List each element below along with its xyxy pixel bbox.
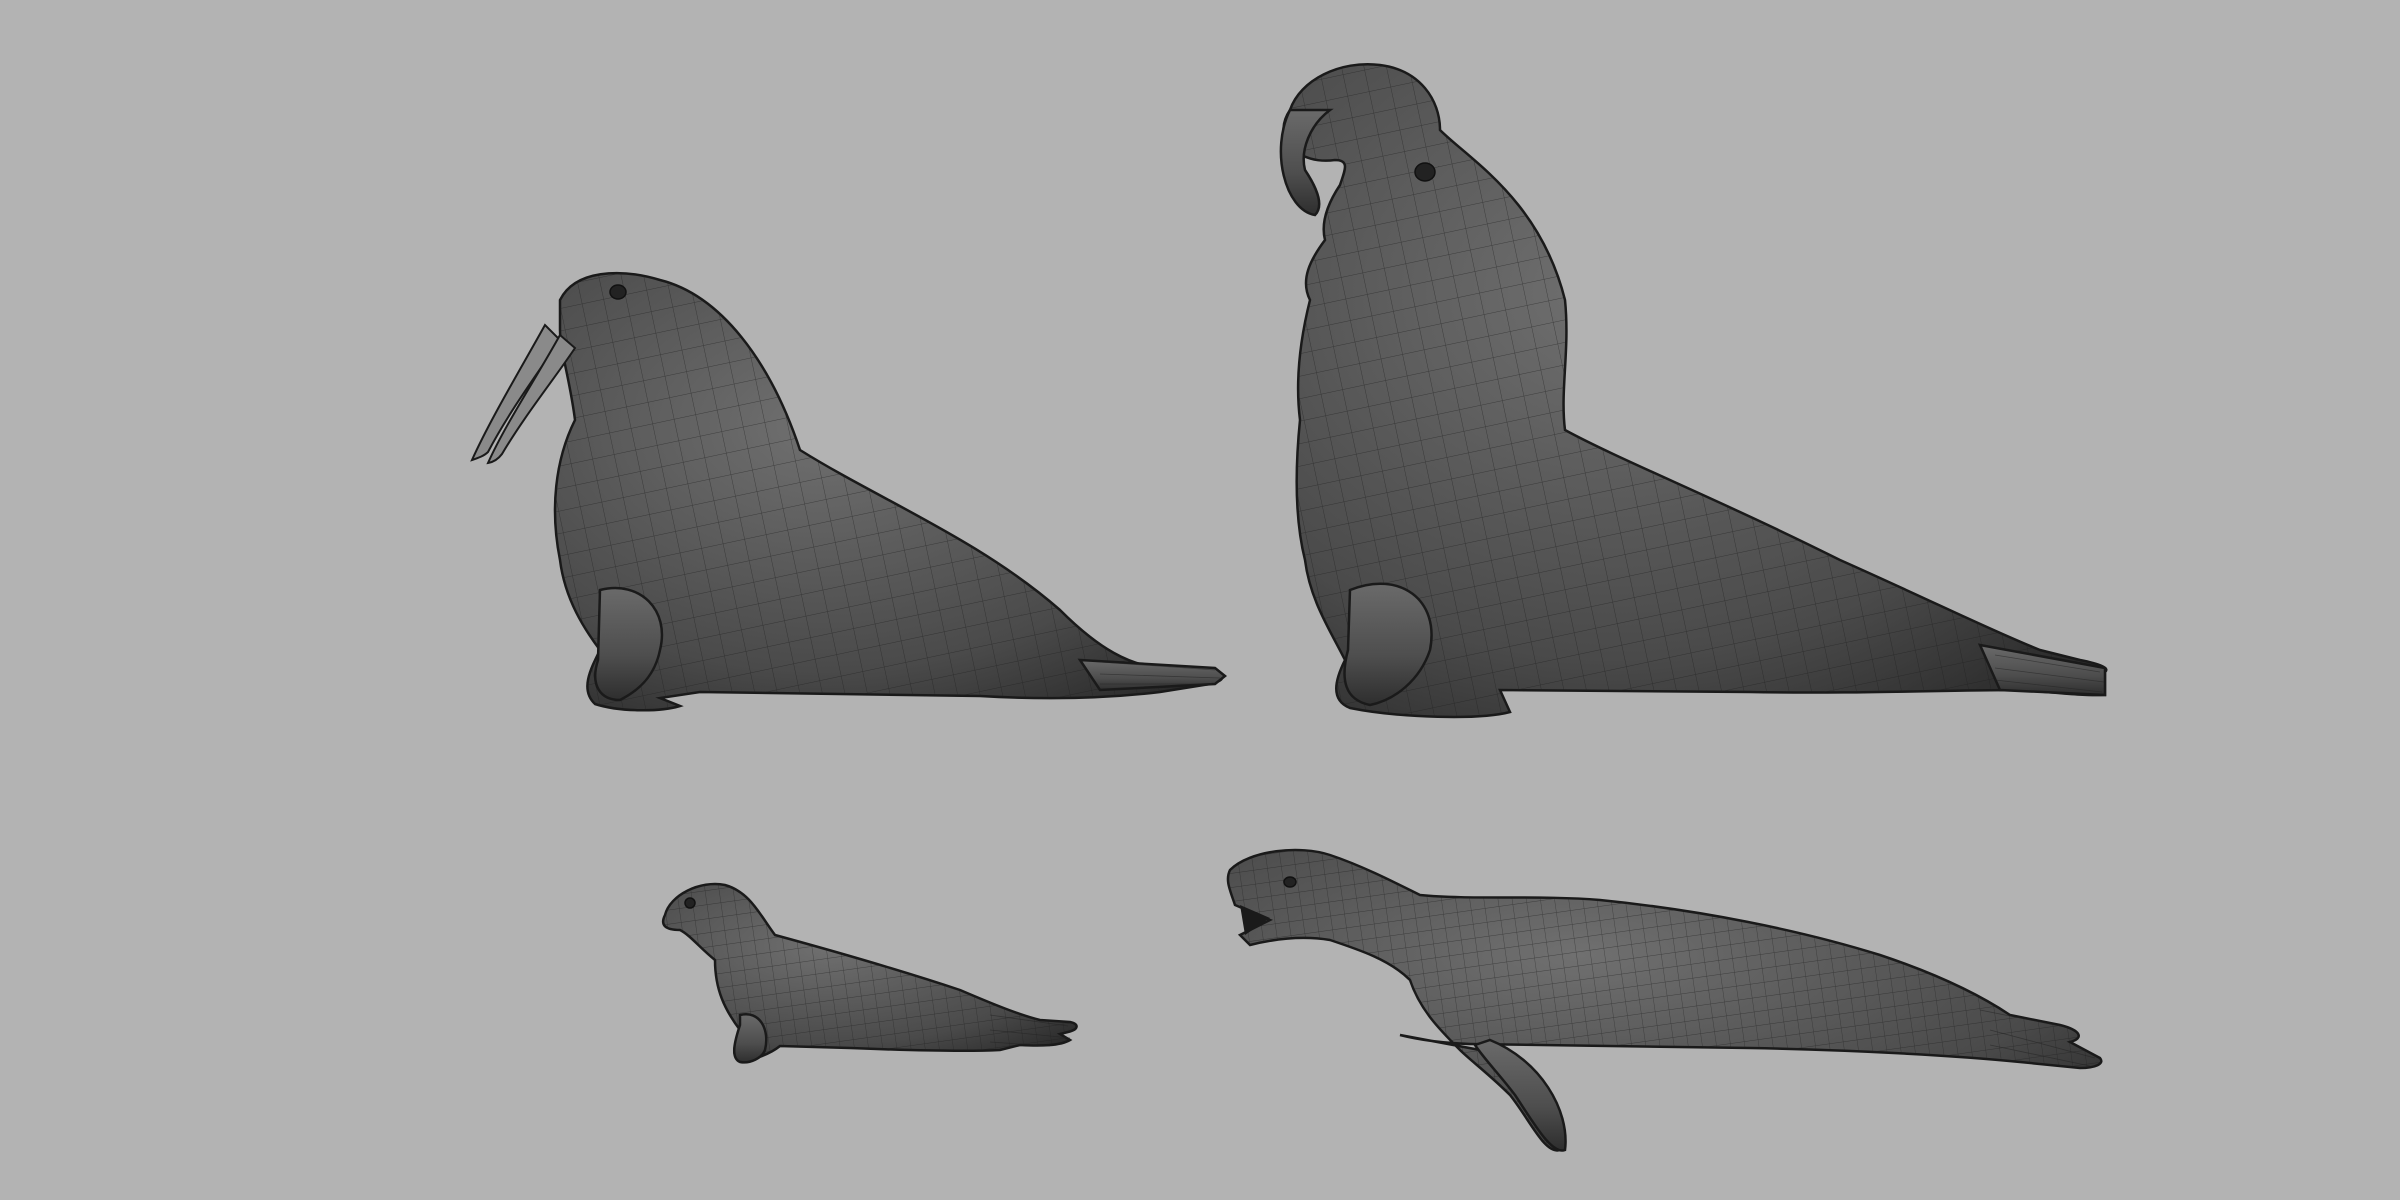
viewport-canvas[interactable]: [0, 0, 2400, 1200]
walrus-eye: [609, 284, 627, 300]
elephant-seal-model[interactable]: [1279, 62, 2108, 719]
walrus-model[interactable]: [470, 271, 1228, 712]
seal-pup-model[interactable]: [661, 882, 1078, 1064]
leopard-seal-model[interactable]: [1226, 848, 2103, 1152]
seal-pup-eye: [684, 897, 696, 909]
leopard-seal-eye: [1283, 876, 1297, 888]
elephant-seal-eye: [1414, 162, 1436, 182]
3d-viewport[interactable]: [0, 0, 2400, 1200]
